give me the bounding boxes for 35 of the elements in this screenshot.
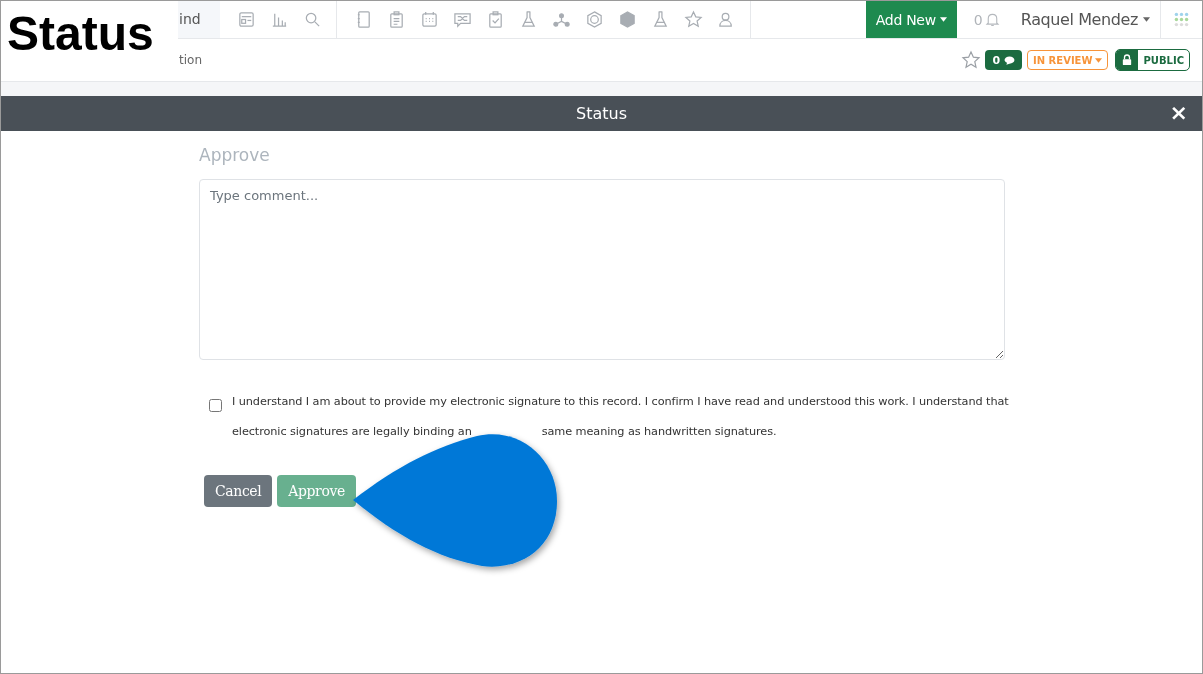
chat-icon[interactable] [453, 10, 472, 29]
caret-icon [939, 17, 947, 22]
calendar-icon[interactable] [420, 10, 439, 29]
speech-bubble-icon [1004, 55, 1016, 65]
agreement-text: electronic signatures are legally binding an [232, 424, 472, 440]
caret-icon [1143, 17, 1150, 22]
agreement-checkbox[interactable] [209, 399, 222, 412]
star-icon[interactable] [684, 10, 703, 29]
caret-icon [1095, 57, 1103, 63]
apps-grid-icon[interactable] [1173, 11, 1190, 28]
close-button[interactable]: × [1165, 101, 1192, 125]
search-icon[interactable] [303, 10, 322, 29]
notification-count: 0 [973, 11, 983, 28]
cancel-button[interactable]: Cancel [204, 475, 273, 507]
lock-icon [1122, 54, 1133, 66]
clipboard-icon[interactable] [387, 10, 406, 29]
modal-title: Status [576, 104, 627, 123]
agreement-text: I understand I am about to provide my electronic signature to this record. I confirm I have read and understood this work. I understand that [232, 394, 1009, 410]
breadcrumb[interactable]: tion [179, 53, 202, 67]
add-new-button[interactable]: Add New [865, 1, 957, 38]
comment-field[interactable]: Type comment... [199, 179, 1005, 360]
flask-icon[interactable] [651, 10, 670, 29]
star-icon[interactable] [961, 50, 982, 70]
network-icon[interactable] [552, 10, 571, 29]
form-heading: Approve [199, 145, 271, 167]
agreement-text: same meaning as handwritten signatures. [541, 424, 777, 440]
hexagon-icon[interactable] [585, 10, 604, 29]
visibility-button[interactable]: PUBLIC [1115, 49, 1190, 71]
clipboard-check-icon[interactable] [486, 10, 505, 29]
comments-button[interactable]: 0 [985, 50, 1023, 70]
bell-icon[interactable] [983, 11, 1001, 28]
search-field[interactable]: ind [178, 1, 220, 38]
form-icon[interactable] [237, 10, 256, 29]
user-menu[interactable]: Raquel Mendez [1012, 1, 1161, 38]
flask-icon[interactable] [519, 10, 538, 29]
